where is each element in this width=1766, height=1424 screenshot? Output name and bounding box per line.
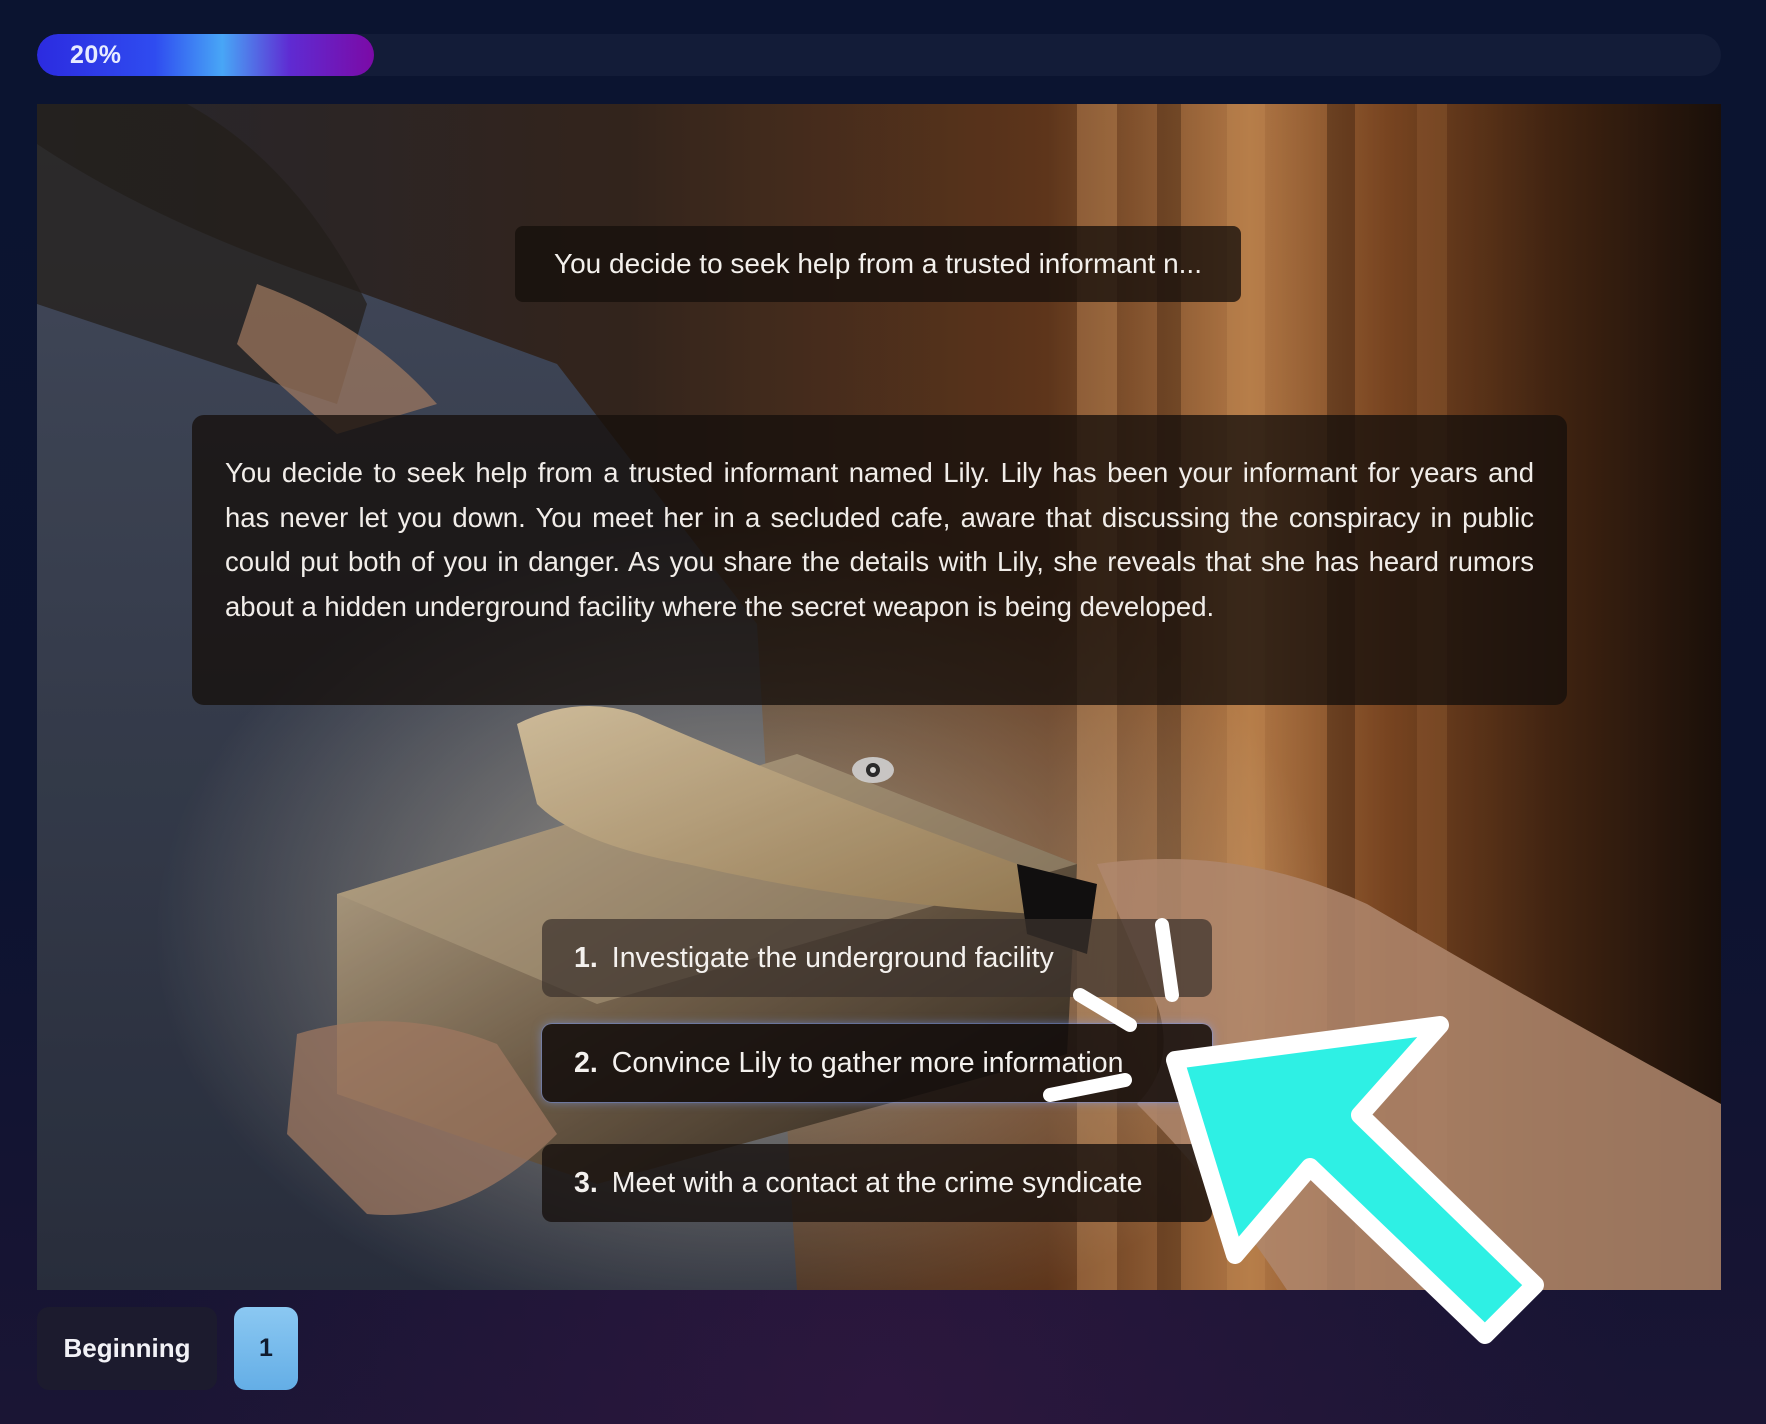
- choice-label: Convince Lily to gather more information: [611, 1047, 1124, 1079]
- choice-option-2[interactable]: 2. Convince Lily to gather more informati…: [542, 1024, 1212, 1102]
- choice-number: 2.: [574, 1047, 598, 1079]
- choice-label: Investigate the underground facility: [611, 942, 1054, 974]
- history-step-button[interactable]: 1: [234, 1307, 298, 1390]
- choice-number: 1.: [574, 942, 598, 974]
- story-scene: You decide to seek help from a trusted i…: [37, 104, 1721, 1290]
- choice-option-3[interactable]: 3. Meet with a contact at the crime syndi…: [542, 1144, 1212, 1222]
- history-beginning-button[interactable]: Beginning: [37, 1307, 217, 1390]
- choice-number: 3.: [574, 1167, 598, 1199]
- scene-narrative: You decide to seek help from a trusted i…: [192, 415, 1567, 705]
- eye-icon[interactable]: [851, 755, 895, 785]
- progress-bar: 20%: [37, 34, 1721, 76]
- scene-summary: You decide to seek help from a trusted i…: [515, 226, 1241, 302]
- choice-label: Meet with a contact at the crime syndica…: [611, 1167, 1143, 1199]
- choice-option-1[interactable]: 1. Investigate the underground facility: [542, 919, 1212, 997]
- progress-label: 20%: [70, 41, 122, 69]
